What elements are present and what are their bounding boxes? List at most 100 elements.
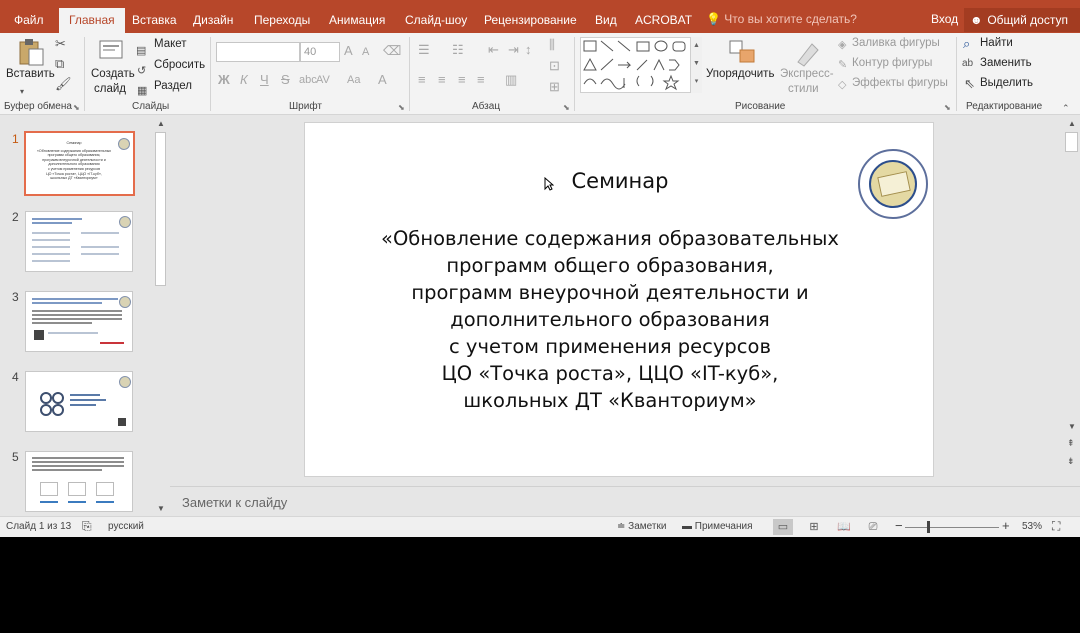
tab-transitions[interactable]: Переходы — [254, 7, 310, 33]
align-right-icon[interactable]: ≡ — [458, 73, 466, 87]
login-link[interactable]: Вход — [931, 12, 958, 26]
text-direction-icon[interactable]: ⫼ — [549, 38, 555, 52]
dialog-launcher-icon[interactable]: ⬊ — [73, 103, 80, 112]
quick-styles-button-2[interactable]: стили — [788, 83, 819, 95]
align-left-icon[interactable]: ≡ — [418, 73, 426, 87]
zoom-level[interactable]: 53% — [1022, 521, 1042, 532]
dialog-launcher-icon[interactable]: ⬊ — [944, 103, 951, 112]
char-spacing-button[interactable]: AV — [316, 73, 330, 87]
chevron-down-icon[interactable]: ▾ — [20, 85, 24, 99]
paste-label[interactable]: Вставить — [6, 68, 55, 80]
reset-icon[interactable]: ↺ — [137, 64, 146, 78]
tab-acrobat[interactable]: ACROBAT — [635, 7, 692, 33]
decrease-font-icon[interactable]: A — [362, 45, 369, 59]
find-icon[interactable]: ⌕ — [963, 37, 970, 51]
zoom-slider-track[interactable] — [905, 527, 999, 528]
notes-placeholder[interactable]: Заметки к слайду — [182, 495, 287, 510]
scrollbar-thumb[interactable] — [1065, 132, 1078, 152]
tab-insert[interactable]: Вставка — [132, 7, 177, 33]
select-button[interactable]: Выделить — [980, 77, 1033, 89]
paste-icon[interactable] — [16, 37, 46, 67]
justify-icon[interactable]: ≡ — [477, 73, 485, 87]
increase-indent-icon[interactable]: ⇥ — [508, 43, 519, 57]
slide-thumbnail-5[interactable] — [25, 451, 133, 512]
fill-bucket-icon[interactable]: ◈ — [838, 38, 846, 52]
quick-styles-button[interactable]: Экспресс- — [780, 68, 834, 80]
slide-scrollbar[interactable]: ▲ ▼ ⇞ ⇟ — [1063, 116, 1080, 486]
zoom-out-icon[interactable]: − — [895, 518, 903, 533]
previous-slide-icon[interactable]: ⇞ — [1067, 438, 1075, 449]
tab-view[interactable]: Вид — [595, 7, 617, 33]
layout-icon[interactable]: ▤ — [136, 44, 146, 58]
shape-fill-button[interactable]: Заливка фигуры — [852, 37, 940, 49]
scroll-down-icon[interactable]: ▼ — [157, 504, 165, 513]
tab-home[interactable]: Главная — [59, 8, 125, 33]
change-case-button[interactable]: Aa — [347, 73, 360, 87]
increase-font-icon[interactable]: A — [344, 44, 353, 58]
new-slide-label-2[interactable]: слайд — [94, 83, 126, 95]
slide-title[interactable]: Семинар — [305, 169, 935, 193]
find-button[interactable]: Найти — [980, 37, 1013, 49]
quick-styles-icon[interactable] — [792, 38, 822, 68]
tab-review[interactable]: Рецензирование — [484, 7, 577, 33]
shape-effects-button[interactable]: Эффекты фигуры — [852, 77, 948, 89]
font-name-input[interactable] — [216, 42, 300, 62]
bold-button[interactable]: Ж — [218, 73, 230, 87]
normal-view-icon[interactable]: ▭ — [773, 519, 793, 535]
collapse-ribbon-icon[interactable]: ⌃ — [1062, 101, 1070, 115]
dialog-launcher-icon[interactable]: ⬊ — [398, 103, 405, 112]
thumbnail-scrollbar[interactable]: ▲ ▼ — [153, 116, 168, 515]
share-button[interactable]: ☻ Общий доступ — [964, 8, 1080, 32]
underline-button[interactable]: Ч — [260, 73, 269, 87]
font-color-icon[interactable]: A — [378, 73, 387, 87]
dialog-launcher-icon[interactable]: ⬊ — [563, 103, 570, 112]
arrange-icon[interactable] — [727, 38, 757, 68]
spellcheck-icon[interactable]: ⎘ — [82, 519, 92, 534]
slide-sorter-icon[interactable]: ⊞ — [804, 519, 824, 535]
tab-design[interactable]: Дизайн — [193, 7, 233, 33]
slide-thumbnail-2[interactable] — [25, 211, 133, 272]
columns-icon[interactable]: ▥ — [505, 73, 517, 87]
shapes-gallery[interactable] — [580, 37, 702, 93]
shadow-icon[interactable]: abc — [299, 73, 317, 87]
scroll-up-icon[interactable]: ▲ — [1068, 119, 1076, 128]
slide-thumbnail-3[interactable] — [25, 291, 133, 352]
gallery-scroll[interactable]: ▲ ▼ ▾ — [690, 37, 702, 93]
fit-to-window-icon[interactable]: ⛶ — [1052, 519, 1060, 534]
section-button[interactable]: Раздел — [154, 80, 192, 92]
bullets-icon[interactable]: ☰ — [418, 43, 430, 57]
strikethrough-button[interactable]: S — [281, 73, 290, 87]
section-icon[interactable]: ▦ — [137, 84, 147, 98]
slide-body-text[interactable]: «Обновление содержания образовательных п… — [305, 225, 915, 414]
shapes-icon[interactable] — [581, 38, 701, 94]
slide-thumbnail-4[interactable] — [25, 371, 133, 432]
language-indicator[interactable]: русский — [108, 521, 144, 532]
italic-button[interactable]: К — [240, 73, 248, 87]
zoom-in-icon[interactable]: + — [1002, 518, 1010, 533]
notes-pane[interactable]: Заметки к слайду — [170, 486, 1080, 516]
shape-outline-button[interactable]: Контур фигуры — [852, 57, 932, 69]
tab-animations[interactable]: Анимация — [329, 7, 385, 33]
zoom-slider-thumb[interactable] — [927, 521, 930, 533]
line-spacing-icon[interactable]: ↕ — [525, 43, 532, 57]
font-size-input[interactable]: 40 — [300, 42, 340, 62]
replace-button[interactable]: Заменить — [980, 57, 1032, 69]
decrease-indent-icon[interactable]: ⇤ — [488, 43, 499, 57]
cut-icon[interactable]: ✂ — [55, 37, 66, 51]
slide-thumbnail-1[interactable]: Семинар «Обновление содержания образоват… — [24, 131, 135, 196]
reset-button[interactable]: Сбросить — [154, 59, 205, 71]
notes-toggle[interactable]: ≐ Заметки — [617, 521, 666, 532]
comments-toggle[interactable]: ▬ Примечания — [682, 521, 753, 532]
numbering-icon[interactable]: ☷ — [452, 43, 464, 57]
tab-file[interactable]: Файл — [14, 7, 44, 33]
align-center-icon[interactable]: ≡ — [438, 73, 446, 87]
tell-me-box[interactable]: 💡 Что вы хотите сделать? — [706, 12, 857, 26]
institute-logo-icon[interactable] — [858, 149, 928, 219]
new-slide-icon[interactable] — [97, 37, 127, 67]
replace-icon[interactable]: ab — [962, 57, 973, 71]
current-slide[interactable]: Семинар «Обновление содержания образоват… — [304, 122, 934, 477]
layout-button[interactable]: Макет — [154, 38, 187, 50]
scroll-down-icon[interactable]: ▼ — [1068, 422, 1076, 431]
scroll-up-icon[interactable]: ▲ — [157, 119, 165, 128]
clear-format-icon[interactable]: ⌫ — [383, 44, 401, 58]
